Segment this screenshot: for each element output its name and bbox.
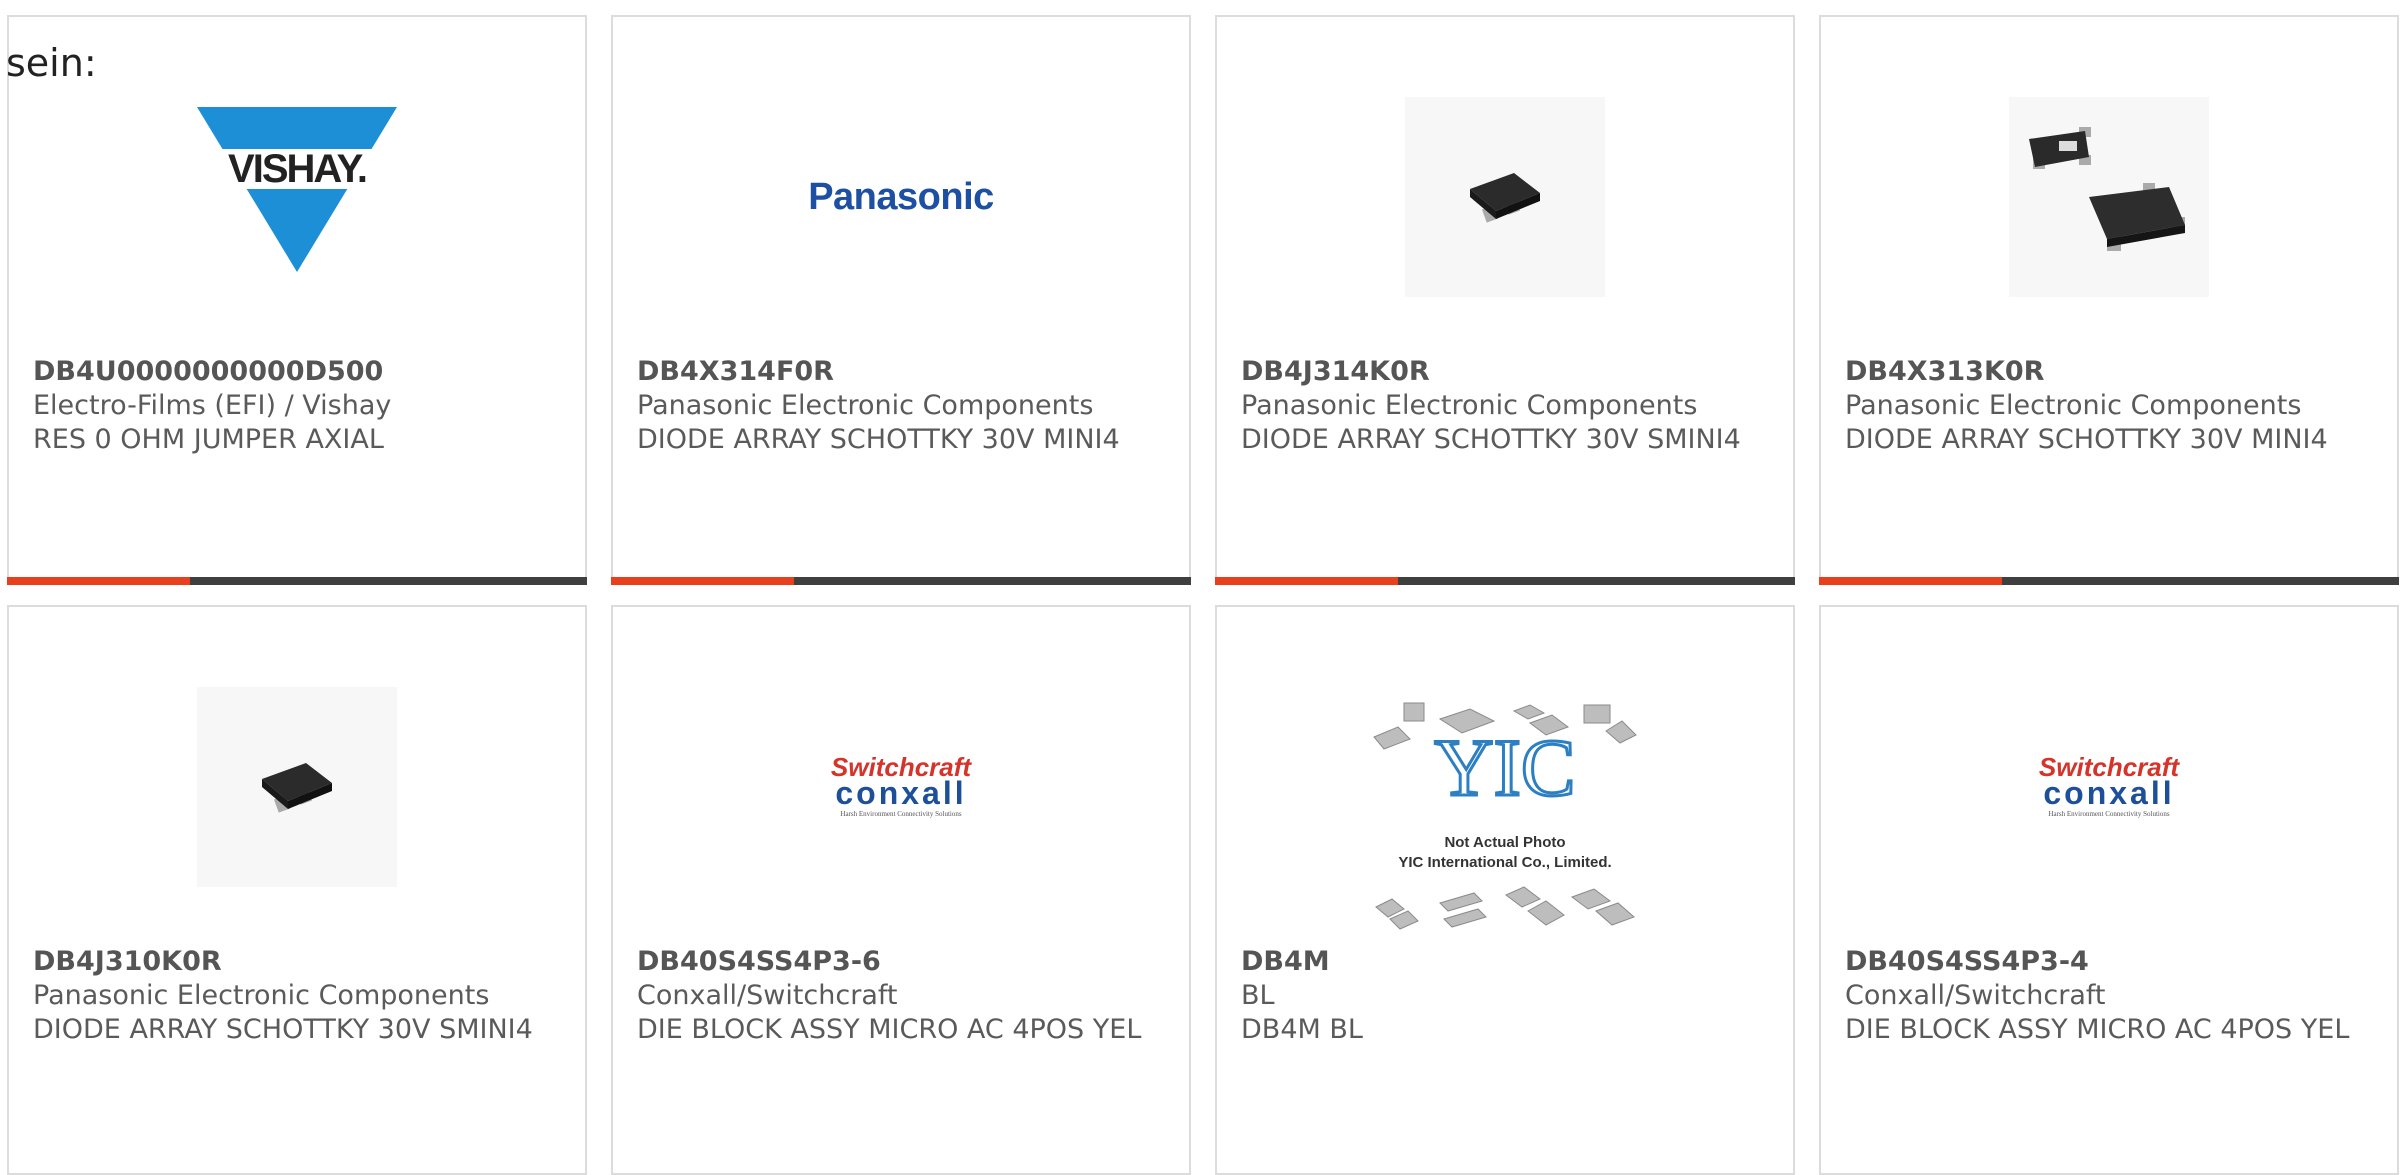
manufacturer: Panasonic Electronic Components xyxy=(1845,390,2302,421)
part-number-link[interactable]: DB4J314K0R xyxy=(1241,355,1769,389)
product-info: DB4M BL DB4M BL xyxy=(1241,945,1769,1047)
yic-placeholder-image: YIC Not Actual Photo YIC International C… xyxy=(1373,702,1637,930)
product-card[interactable]: Switchcraft conxall Harsh Environment Co… xyxy=(611,605,1191,1175)
product-image[interactable]: YIC Not Actual Photo YIC International C… xyxy=(1217,687,1793,947)
manufacturer: Conxall/Switchcraft xyxy=(637,980,898,1011)
product-image[interactable] xyxy=(1821,77,2397,317)
description: DIODE ARRAY SCHOTTKY 30V SMINI4 xyxy=(33,1014,533,1045)
product-info: DB40S4SS4P3-4 Conxall/Switchcraft DIE BL… xyxy=(1845,945,2373,1047)
manufacturer: BL xyxy=(1241,980,1275,1011)
intro-text: sein: xyxy=(6,41,97,85)
svg-text:VISHAY.: VISHAY. xyxy=(228,147,366,191)
part-number-link[interactable]: DB4M xyxy=(1241,945,1769,979)
card-bottom-bar xyxy=(1819,577,2399,585)
svg-text:conxall: conxall xyxy=(2043,775,2174,811)
smd-package-photo xyxy=(2009,97,2209,297)
description: DIODE ARRAY SCHOTTKY 30V SMINI4 xyxy=(1241,424,1741,455)
product-info: DB4X314F0R Panasonic Electronic Componen… xyxy=(637,355,1165,457)
svg-text:YIC: YIC xyxy=(1434,722,1575,813)
description: DIE BLOCK ASSY MICRO AC 4POS YEL xyxy=(637,1014,1142,1045)
description: RES 0 OHM JUMPER AXIAL xyxy=(33,424,384,455)
product-card[interactable]: DB4J310K0R Panasonic Electronic Componen… xyxy=(7,605,587,1175)
description: DIODE ARRAY SCHOTTKY 30V MINI4 xyxy=(1845,424,2328,455)
svg-text:Harsh Environment Connectivity: Harsh Environment Connectivity Solutions xyxy=(2048,810,2169,818)
card-bottom-bar xyxy=(611,577,1191,585)
switchcraft-conxall-logo: Switchcraft conxall Harsh Environment Co… xyxy=(2039,752,2180,818)
product-card[interactable]: DB4X313K0R Panasonic Electronic Componen… xyxy=(1819,15,2399,585)
part-number-link[interactable]: DB4U0000000000D500 xyxy=(33,355,561,389)
svg-text:Not Actual Photo: Not Actual Photo xyxy=(1444,834,1565,851)
product-image[interactable]: VISHAY. xyxy=(9,77,585,317)
product-image[interactable] xyxy=(1217,77,1793,317)
card-bottom-bar xyxy=(1215,577,1795,585)
part-number-link[interactable]: DB40S4SS4P3-6 xyxy=(637,945,1165,979)
part-number-link[interactable]: DB4J310K0R xyxy=(33,945,561,979)
smd-package-photo xyxy=(197,687,397,887)
product-card[interactable]: YIC Not Actual Photo YIC International C… xyxy=(1215,605,1795,1175)
description: DIODE ARRAY SCHOTTKY 30V MINI4 xyxy=(637,424,1120,455)
product-info: DB4U0000000000D500 Electro-Films (EFI) /… xyxy=(33,355,561,457)
manufacturer: Panasonic Electronic Components xyxy=(33,980,490,1011)
part-number-link[interactable]: DB4X314F0R xyxy=(637,355,1165,389)
product-image[interactable]: Switchcraft conxall Harsh Environment Co… xyxy=(613,667,1189,907)
description: DIE BLOCK ASSY MICRO AC 4POS YEL xyxy=(1845,1014,2350,1045)
product-image[interactable]: Panasonic xyxy=(613,77,1189,317)
manufacturer: Panasonic Electronic Components xyxy=(1241,390,1698,421)
product-info: DB40S4SS4P3-6 Conxall/Switchcraft DIE BL… xyxy=(637,945,1165,1047)
part-number-link[interactable]: DB4X313K0R xyxy=(1845,355,2373,389)
part-number-link[interactable]: DB40S4SS4P3-4 xyxy=(1845,945,2373,979)
manufacturer: Electro-Films (EFI) / Vishay xyxy=(33,390,392,421)
svg-text:YIC International Co., Limited: YIC International Co., Limited. xyxy=(1398,854,1611,871)
manufacturer: Panasonic Electronic Components xyxy=(637,390,1094,421)
description: DB4M BL xyxy=(1241,1014,1363,1045)
manufacturer: Conxall/Switchcraft xyxy=(1845,980,2106,1011)
panasonic-logo: Panasonic xyxy=(808,175,994,218)
svg-text:Harsh Environment Connectivity: Harsh Environment Connectivity Solutions xyxy=(840,810,961,818)
smd-package-photo xyxy=(1405,97,1605,297)
product-card[interactable]: DB4J314K0R Panasonic Electronic Componen… xyxy=(1215,15,1795,585)
product-info: DB4X313K0R Panasonic Electronic Componen… xyxy=(1845,355,2373,457)
card-bottom-bar xyxy=(7,577,587,585)
svg-text:conxall: conxall xyxy=(835,775,966,811)
product-image[interactable] xyxy=(9,667,585,907)
product-grid: VISHAY. DB4U0000000000D500 Electro-Films… xyxy=(7,15,2399,1175)
switchcraft-conxall-logo: Switchcraft conxall Harsh Environment Co… xyxy=(831,752,972,818)
product-card[interactable]: VISHAY. DB4U0000000000D500 Electro-Films… xyxy=(7,15,587,585)
product-info: DB4J314K0R Panasonic Electronic Componen… xyxy=(1241,355,1769,457)
product-image[interactable]: Switchcraft conxall Harsh Environment Co… xyxy=(1821,667,2397,907)
product-card[interactable]: Panasonic DB4X314F0R Panasonic Electroni… xyxy=(611,15,1191,585)
vishay-logo: VISHAY. xyxy=(197,107,397,272)
product-info: DB4J310K0R Panasonic Electronic Componen… xyxy=(33,945,561,1047)
product-card[interactable]: Switchcraft conxall Harsh Environment Co… xyxy=(1819,605,2399,1175)
